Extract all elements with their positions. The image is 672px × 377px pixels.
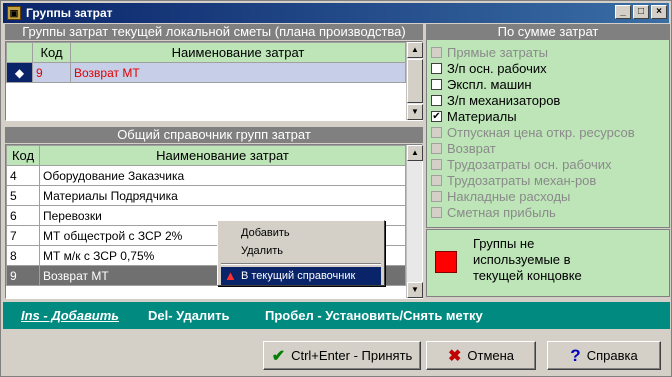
checkbox-labor-operators[interactable]: Трудозатраты механ-ров: [431, 173, 596, 188]
maximize-button[interactable]: □: [633, 5, 649, 19]
hotkey-bar: Ins - Добавить Del- Удалить Пробел - Уст…: [3, 302, 670, 329]
table-row[interactable]: 4 Оборудование Заказчика: [6, 165, 406, 186]
checkbox-overhead[interactable]: Накладные расходы: [431, 189, 570, 204]
arrow-up-icon: ▲: [224, 268, 237, 283]
checkbox-profit[interactable]: Сметная прибыль: [431, 205, 556, 220]
row-code[interactable]: 6: [6, 205, 40, 226]
row-code[interactable]: 4: [6, 165, 40, 186]
checkbox-direct-costs[interactable]: Прямые затраты: [431, 45, 548, 60]
checkbox-labor-main[interactable]: Трудозатраты осн. рабочих: [431, 157, 612, 172]
help-button[interactable]: ? Справка: [547, 341, 661, 370]
row-code[interactable]: 9: [32, 62, 71, 83]
checkbox-main-wages[interactable]: З/п осн. рабочих: [431, 61, 547, 76]
app-icon: ▣: [7, 6, 21, 20]
top-panel-title: Группы затрат текущей локальной сметы (п…: [5, 24, 423, 40]
row-code[interactable]: 5: [6, 185, 40, 206]
col-code-header[interactable]: Код: [6, 145, 40, 166]
legend-text: Группы не используемые в текущей концовк…: [473, 236, 582, 283]
dialog-window: ▣ Группы затрат _ □ × Группы затрат теку…: [0, 0, 672, 377]
row-name[interactable]: Оборудование Заказчика: [39, 165, 406, 186]
checkbox-return[interactable]: Возврат: [431, 141, 496, 156]
hotkey-ins: Ins - Добавить: [21, 308, 120, 323]
checkbox-operator-wages[interactable]: З/п механизаторов: [431, 93, 560, 108]
top-grid: Код Наименование затрат ◆ 9 Возврат МТ: [6, 42, 406, 83]
bottom-scrollbar[interactable]: ▲ ▼: [406, 145, 423, 298]
checkbox-box[interactable]: [431, 143, 442, 154]
check-icon[interactable]: ✔: [431, 111, 442, 122]
accept-button[interactable]: ✔ Ctrl+Enter - Принять: [263, 341, 421, 370]
cancel-button[interactable]: ✖ Отмена: [426, 341, 536, 370]
scroll-up-icon[interactable]: ▲: [407, 42, 423, 58]
cross-icon: ✖: [447, 347, 462, 365]
checkbox-box[interactable]: [431, 191, 442, 202]
col-name-header[interactable]: Наименование затрат: [70, 42, 406, 63]
window-title: Группы затрат: [26, 6, 113, 20]
top-panel: Код Наименование затрат ◆ 9 Возврат МТ ▲…: [5, 41, 423, 121]
checkbox-box[interactable]: [431, 95, 442, 106]
menu-item-add[interactable]: Добавить: [221, 224, 381, 242]
sum-panel: Прямые затраты З/п осн. рабочих Экспл. м…: [426, 39, 670, 228]
menu-item-to-current[interactable]: ▲ В текущий справочник: [221, 267, 381, 285]
title-bar[interactable]: ▣ Группы затрат _ □ ×: [3, 3, 669, 23]
hotkey-space: Пробел - Установить/Снять метку: [265, 308, 483, 323]
context-menu: Добавить Удалить ▲ В текущий справочник: [217, 220, 385, 286]
checkbox-machines[interactable]: Экспл. машин: [431, 77, 532, 92]
scroll-down-icon[interactable]: ▼: [407, 104, 423, 120]
checkbox-box[interactable]: [431, 79, 442, 90]
checkbox-box[interactable]: [431, 63, 442, 74]
checkbox-box[interactable]: [431, 127, 442, 138]
checkbox-box[interactable]: [431, 207, 442, 218]
legend-color-swatch: [435, 251, 457, 273]
scroll-up-icon[interactable]: ▲: [407, 145, 423, 161]
close-button[interactable]: ×: [651, 5, 667, 19]
col-name-header[interactable]: Наименование затрат: [39, 145, 406, 166]
bottom-panel-title: Общий справочник групп затрат: [5, 127, 423, 143]
scroll-thumb[interactable]: [407, 59, 423, 103]
indicator-header: [6, 42, 33, 63]
checkbox-box[interactable]: [431, 47, 442, 58]
checkbox-box[interactable]: [431, 175, 442, 186]
sum-panel-title: По сумме затрат: [426, 24, 670, 40]
legend-panel: Группы не используемые в текущей концовк…: [426, 229, 670, 297]
scroll-down-icon[interactable]: ▼: [407, 282, 423, 298]
menu-item-delete[interactable]: Удалить: [221, 242, 381, 260]
col-code-header[interactable]: Код: [32, 42, 71, 63]
menu-separator: [221, 263, 381, 265]
checkbox-materials[interactable]: ✔ Материалы: [431, 109, 517, 124]
question-icon: ?: [570, 345, 581, 365]
row-code[interactable]: 7: [6, 225, 40, 246]
checkmark-icon: ✔: [271, 347, 286, 365]
checkbox-release-price[interactable]: Отпускная цена откр. ресурсов: [431, 125, 635, 140]
checkbox-box[interactable]: [431, 159, 442, 170]
hotkey-del: Del- Удалить: [148, 308, 230, 323]
minimize-button[interactable]: _: [615, 5, 631, 19]
row-code[interactable]: 9: [6, 265, 40, 286]
row-indicator-icon: ◆: [6, 62, 33, 83]
row-name[interactable]: Возврат МТ: [70, 62, 406, 83]
row-code[interactable]: 8: [6, 245, 40, 266]
row-name[interactable]: Материалы Подрядчика: [39, 185, 406, 206]
top-scrollbar[interactable]: ▲ ▼: [406, 42, 423, 120]
table-row[interactable]: 5 Материалы Подрядчика: [6, 185, 406, 206]
table-row[interactable]: ◆ 9 Возврат МТ: [6, 62, 406, 83]
